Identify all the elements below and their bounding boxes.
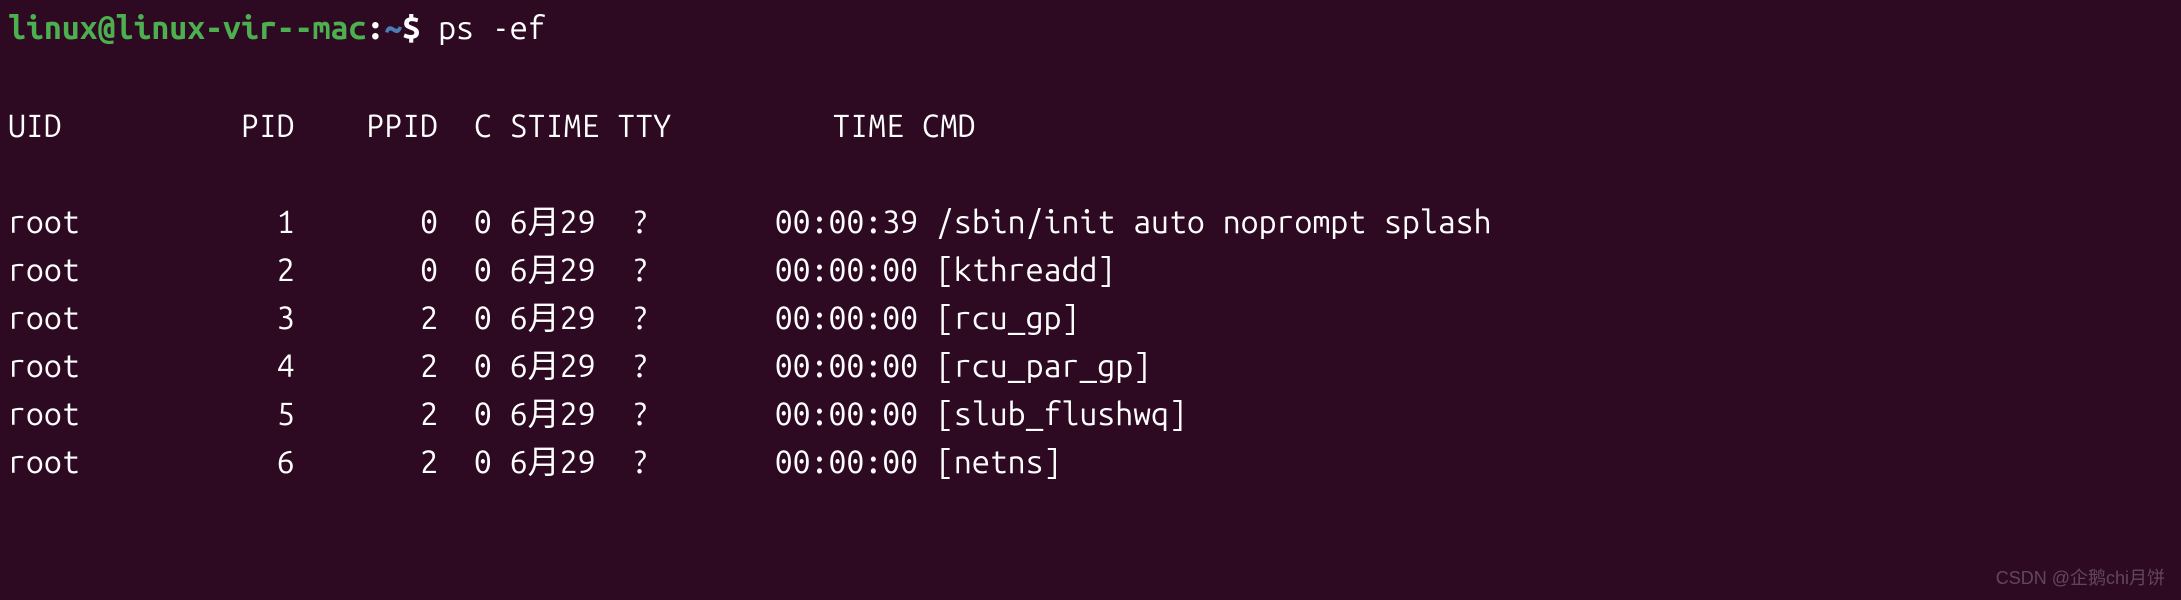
process-row: root 4 2 0 6月29 ? 00:00:00 [rcu_par_gp] [8, 342, 2173, 390]
terminal-output: UID PID PPID C STIME TTY TIME CMD root 1… [8, 54, 2173, 534]
prompt-dollar: $ [402, 10, 438, 46]
process-row: root 3 2 0 6月29 ? 00:00:00 [rcu_gp] [8, 294, 2173, 342]
terminal-prompt-line: linux@linux-vir--mac:~$ ps -ef [8, 4, 2173, 52]
process-row: root 2 0 0 6月29 ? 00:00:00 [kthreadd] [8, 246, 2173, 294]
header-row: UID PID PPID C STIME TTY TIME CMD [8, 102, 2173, 150]
prompt-path: ~ [384, 10, 402, 46]
watermark: CSDN @企鹅chi月饼 [1996, 565, 2165, 592]
prompt-user-host: linux@linux-vir--mac [8, 10, 366, 46]
process-row: root 1 0 0 6月29 ? 00:00:39 /sbin/init au… [8, 198, 2173, 246]
command-text: ps -ef [438, 10, 546, 46]
prompt-colon: : [366, 10, 384, 46]
process-row: root 6 2 0 6月29 ? 00:00:00 [netns] [8, 438, 2173, 486]
process-row: root 5 2 0 6月29 ? 00:00:00 [slub_flushwq… [8, 390, 2173, 438]
